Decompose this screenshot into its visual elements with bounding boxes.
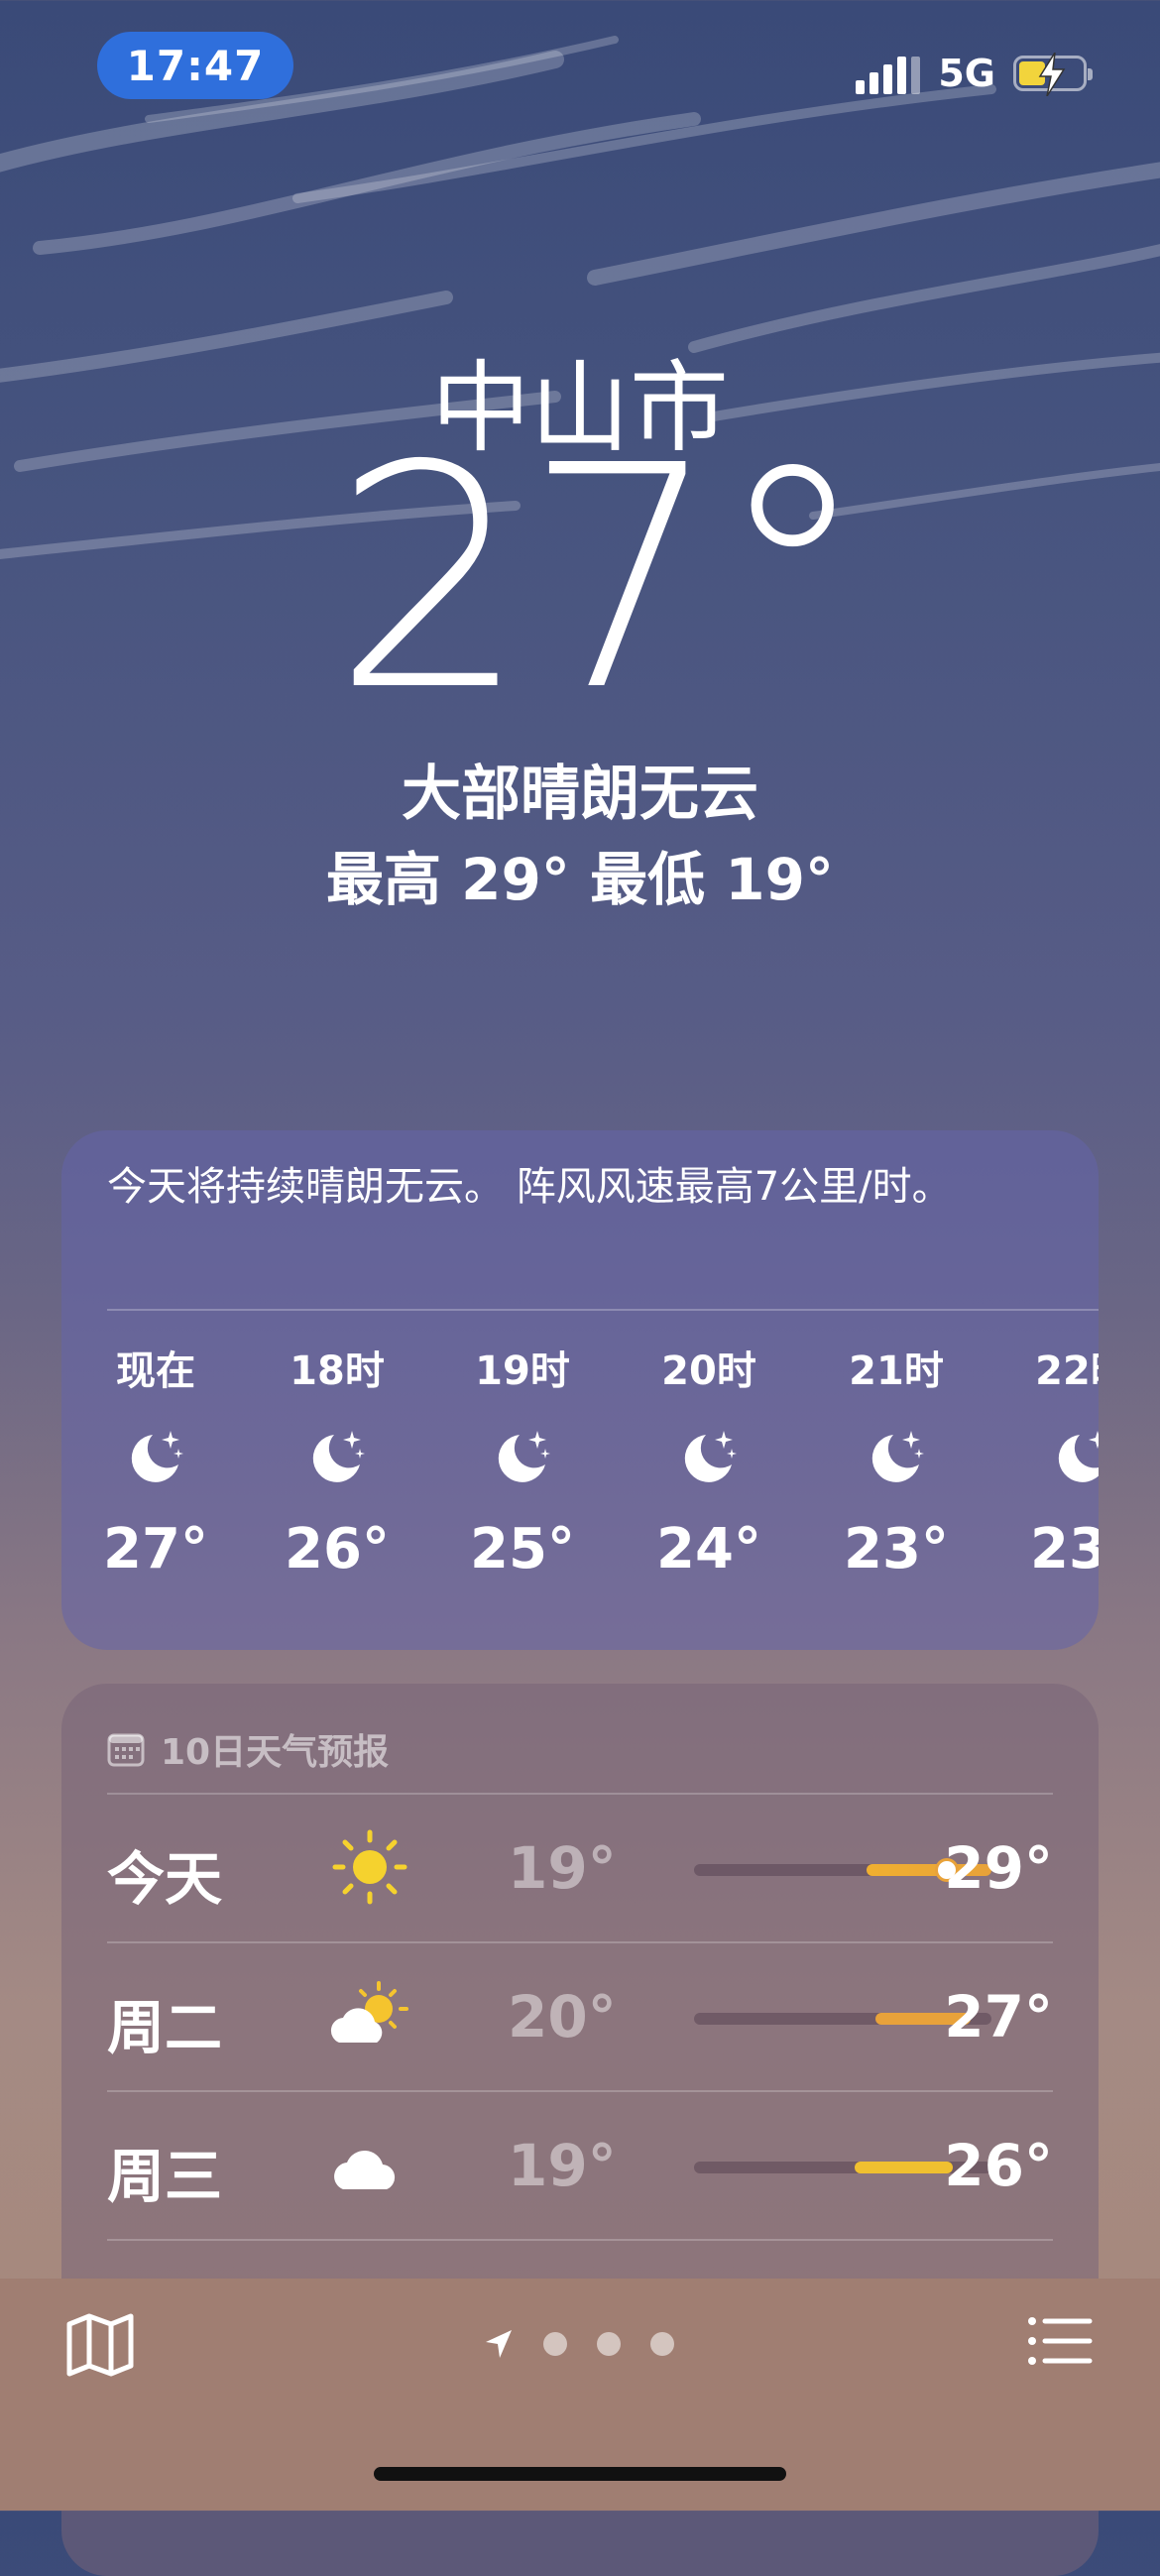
- hour-temp: 23°: [1030, 1517, 1099, 1581]
- hourly-list[interactable]: 现在 27° 18时 26° 19时 25° 20时 24° 21时 23° 2…: [61, 1339, 1099, 1636]
- range-segment: [855, 2162, 953, 2173]
- hour-time: 22时: [1035, 1348, 1099, 1394]
- hour-temp: 23°: [844, 1517, 949, 1581]
- weather-condition: 大部晴朗无云: [402, 760, 758, 829]
- hour-time: 20时: [661, 1348, 756, 1394]
- list-icon[interactable]: [1027, 2316, 1093, 2366]
- forecast-low: 20°: [508, 1983, 617, 2050]
- hour-time: 现在: [116, 1348, 195, 1394]
- forecast-day: 周三: [107, 2143, 223, 2210]
- cloud-icon: [334, 2150, 396, 2189]
- calendar-icon: [107, 1733, 145, 1767]
- hour-item: 现在 27°: [81, 1339, 230, 1581]
- hour-item: 21时 23°: [822, 1339, 971, 1581]
- status-time: 17:47: [97, 32, 293, 99]
- hour-item: 22时 23°: [1008, 1339, 1099, 1581]
- forecast-low: 19°: [508, 1834, 617, 1902]
- forecast-high: 29°: [944, 1834, 1053, 1902]
- hourly-summary: 今天将持续晴朗无云。 阵风风速最高7公里/时。: [107, 1164, 952, 1210]
- divider: [107, 1309, 1099, 1311]
- forecast-row[interactable]: 周二 20° 27°: [107, 1941, 1053, 2092]
- hour-item: 19时 25°: [448, 1339, 597, 1581]
- sun-icon: [332, 1829, 407, 1905]
- high-low-temperature: 最高 29° 最低 19°: [325, 846, 834, 913]
- moon-stars-icon: [81, 1398, 230, 1517]
- moon-stars-icon: [822, 1398, 971, 1517]
- moon-stars-icon: [635, 1398, 783, 1517]
- hour-temp: 26°: [285, 1517, 390, 1581]
- page-dot[interactable]: [543, 2332, 567, 2356]
- hourly-forecast-card[interactable]: 今天将持续晴朗无云。 阵风风速最高7公里/时。 现在 27° 18时 26° 1…: [61, 1130, 1099, 1650]
- page-dot[interactable]: [597, 2332, 621, 2356]
- moon-stars-icon: [448, 1398, 597, 1517]
- home-indicator[interactable]: [374, 2467, 786, 2481]
- page-indicator[interactable]: [484, 2328, 674, 2360]
- forecast-row[interactable]: 今天 19° 29°: [107, 1793, 1053, 1943]
- moon-stars-icon: [1008, 1398, 1099, 1517]
- hour-item: 18时 26°: [263, 1339, 411, 1581]
- hour-time: 21时: [849, 1348, 944, 1394]
- network-type: 5G: [938, 52, 995, 95]
- forecast-high: 26°: [944, 2132, 1053, 2199]
- status-indicators: 5G: [856, 52, 1093, 96]
- current-temperature: 27°: [332, 401, 869, 759]
- hour-item: 20时 24°: [635, 1339, 783, 1581]
- hour-temp: 25°: [470, 1517, 575, 1581]
- battery-charging-icon: [1013, 53, 1093, 96]
- signal-icon: [856, 53, 921, 94]
- forecast-day: 周二: [107, 1994, 223, 2061]
- forecast-high: 27°: [944, 1983, 1053, 2050]
- hour-time: 19时: [475, 1348, 570, 1394]
- forecast-day: 今天: [107, 1845, 223, 1913]
- partly-cloudy-icon: [330, 1981, 408, 2043]
- forecast-header: 10日天气预报: [107, 1723, 389, 1775]
- hour-temp: 24°: [656, 1517, 761, 1581]
- map-icon[interactable]: [65, 2312, 135, 2378]
- forecast-title: 10日天气预报: [161, 1732, 390, 1773]
- forecast-row[interactable]: 周三 19° 26°: [107, 2090, 1053, 2241]
- hour-temp: 27°: [103, 1517, 208, 1581]
- hour-time: 18时: [290, 1348, 385, 1394]
- location-arrow-icon[interactable]: [484, 2328, 514, 2360]
- page-dot[interactable]: [650, 2332, 674, 2356]
- moon-stars-icon: [263, 1398, 411, 1517]
- forecast-low: 19°: [508, 2132, 617, 2199]
